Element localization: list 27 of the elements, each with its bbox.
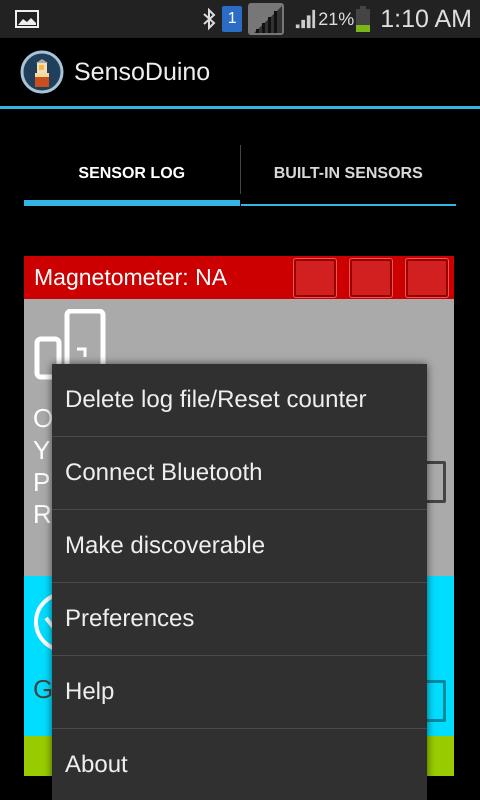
- menu-item[interactable]: Help: [52, 656, 427, 729]
- tab[interactable]: SENSOR LOG: [24, 139, 240, 206]
- menu-item[interactable]: Delete log file/Reset counter: [52, 364, 427, 437]
- reading-text: R: [33, 498, 53, 530]
- reading-text: G: [33, 673, 54, 705]
- battery-icon: [356, 6, 370, 32]
- menu-item[interactable]: Make discoverable: [52, 510, 427, 583]
- lighthouse-icon: [20, 50, 64, 94]
- indicator-square: [406, 258, 448, 296]
- signal-icon: [248, 3, 284, 35]
- reading-text: Y: [33, 434, 52, 466]
- sim-badge: 1: [222, 6, 242, 32]
- menu-item[interactable]: About: [52, 729, 427, 800]
- reading-text: O: [33, 402, 54, 434]
- indicator-square: [294, 258, 336, 296]
- indicator-square: [350, 258, 392, 296]
- app-title: SensoDuino: [74, 58, 210, 86]
- bluetooth-icon: [202, 7, 216, 31]
- signal-icon: [294, 7, 316, 31]
- reading-text: P: [33, 466, 52, 498]
- image-icon: [15, 10, 39, 28]
- tab[interactable]: BUILT-IN SENSORS: [240, 139, 456, 206]
- battery-percent: 21%: [318, 8, 354, 30]
- menu-item[interactable]: Preferences: [52, 583, 427, 656]
- menu-item[interactable]: Connect Bluetooth: [52, 437, 427, 510]
- clock: 1:10 AM: [380, 4, 472, 34]
- sensor-label: Magnetometer: NA: [34, 264, 228, 291]
